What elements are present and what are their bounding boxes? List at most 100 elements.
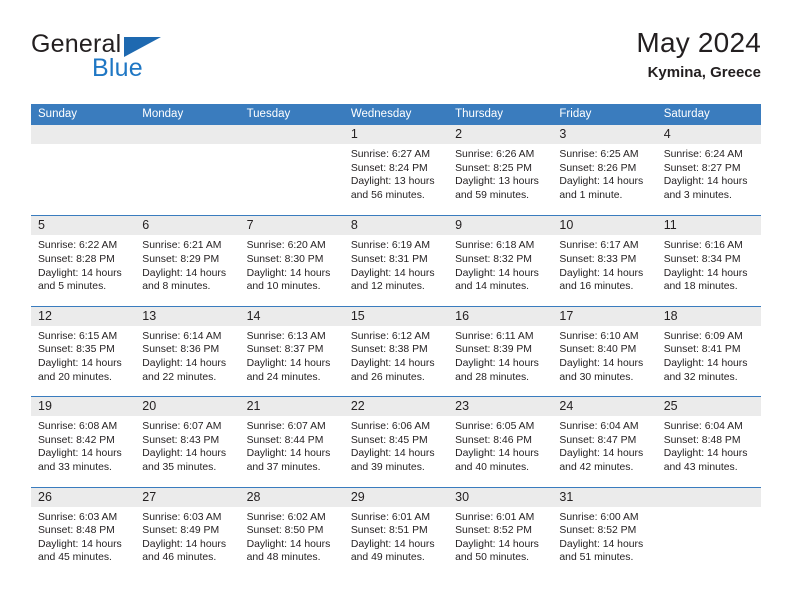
day-sun-info: Sunrise: 6:04 AM Sunset: 8:47 PM Daylight:… (552, 416, 656, 474)
sunrise-time: Sunrise: 6:19 AM (350, 240, 430, 252)
sunset-time: Sunset: 8:50 PM (246, 525, 324, 537)
day-number: 8 (350, 218, 358, 233)
sunrise-time: Sunrise: 6:08 AM (38, 421, 118, 433)
day-sun-info: Sunrise: 6:05 AM Sunset: 8:46 PM Daylight:… (448, 416, 552, 474)
sunrise-time: Sunrise: 6:14 AM (142, 330, 222, 342)
sunrise-time: Sunrise: 6:04 AM (559, 421, 639, 433)
daylight-duration-line2: and 43 minutes. (663, 461, 738, 473)
day-number-band: 6 (135, 216, 240, 236)
daylight-duration-line2: and 37 minutes. (246, 461, 321, 473)
calendar-day-cell[interactable]: 17 Sunrise: 6:10 AM Sunset: 8:40 PM Dayligh… (552, 306, 657, 397)
day-number: 13 (142, 308, 157, 323)
calendar-day-cell[interactable]: 13 Sunrise: 6:14 AM Sunset: 8:36 PM Dayligh… (135, 306, 240, 397)
page-subtitle-location: Kymina, Greece (647, 64, 761, 81)
calendar-day-cell[interactable]: 21 Sunrise: 6:07 AM Sunset: 8:44 PM Dayligh… (239, 397, 344, 487)
day-sun-info: Sunrise: 6:26 AM Sunset: 8:25 PM Daylight:… (448, 144, 552, 202)
calendar-day-cell[interactable]: 5 Sunrise: 6:22 AM Sunset: 8:28 PM Daylight… (31, 216, 136, 306)
calendar-day-cell[interactable]: 20 Sunrise: 6:07 AM Sunset: 8:43 PM Dayligh… (135, 397, 240, 487)
calendar-day-cell[interactable]: 9 Sunrise: 6:18 AM Sunset: 8:32 PM Daylight… (448, 216, 553, 306)
day-sun-info: Sunrise: 6:27 AM Sunset: 8:24 PM Daylight:… (344, 144, 448, 202)
general-blue-logo[interactable]: General Blue (31, 30, 251, 92)
daylight-duration-line2: and 12 minutes. (350, 281, 425, 293)
calendar-day-cell[interactable]: 10 Sunrise: 6:17 AM Sunset: 8:33 PM Dayligh… (552, 216, 657, 306)
day-number-band: 17 (552, 306, 657, 326)
calendar-grid: Sunday Monday Tuesday Wednesday Thursday… (31, 104, 761, 577)
day-number-band: 18 (656, 306, 761, 326)
day-number-band: 31 (552, 487, 657, 507)
day-number: 15 (350, 308, 365, 323)
day-number: 31 (559, 489, 574, 504)
daylight-duration-line1: Daylight: 14 hours (559, 267, 644, 279)
day-number-band: 25 (656, 397, 761, 417)
sunset-time: Sunset: 8:31 PM (350, 253, 428, 265)
day-number-band: 19 (31, 397, 136, 417)
calendar-day-cell[interactable]: 23 Sunrise: 6:05 AM Sunset: 8:46 PM Dayligh… (448, 397, 553, 487)
day-sun-info: Sunrise: 6:07 AM Sunset: 8:44 PM Daylight:… (240, 416, 344, 474)
sunset-time: Sunset: 8:32 PM (455, 253, 532, 265)
calendar-day-cell[interactable]: 31 Sunrise: 6:00 AM Sunset: 8:52 PM Dayligh… (552, 487, 657, 577)
sunrise-time: Sunrise: 6:04 AM (663, 421, 743, 433)
calendar-day-cell[interactable]: 11 Sunrise: 6:16 AM Sunset: 8:34 PM Dayligh… (656, 216, 761, 306)
day-sun-info: Sunrise: 6:15 AM Sunset: 8:35 PM Daylight:… (31, 326, 135, 384)
sunrise-time: Sunrise: 6:15 AM (38, 330, 118, 342)
calendar-day-cell[interactable]: 28 Sunrise: 6:02 AM Sunset: 8:50 PM Dayligh… (239, 487, 344, 577)
daylight-duration-line1: Daylight: 14 hours (142, 538, 227, 550)
calendar-day-cell[interactable]: 16 Sunrise: 6:11 AM Sunset: 8:39 PM Dayligh… (448, 306, 553, 397)
calendar-day-cell[interactable]: 30 Sunrise: 6:01 AM Sunset: 8:52 PM Dayligh… (448, 487, 553, 577)
calendar-day-cell[interactable]: 27 Sunrise: 6:03 AM Sunset: 8:49 PM Dayligh… (135, 487, 240, 577)
calendar-day-cell[interactable]: 18 Sunrise: 6:09 AM Sunset: 8:41 PM Dayligh… (656, 306, 761, 397)
calendar-day-cell[interactable]: 12 Sunrise: 6:15 AM Sunset: 8:35 PM Dayligh… (31, 306, 136, 397)
calendar-day-cell[interactable]: 8 Sunrise: 6:19 AM Sunset: 8:31 PM Daylight… (343, 216, 449, 306)
calendar-day-cell[interactable]: 25 Sunrise: 6:04 AM Sunset: 8:48 PM Dayligh… (656, 397, 761, 487)
day-number: 19 (38, 399, 52, 414)
daylight-duration-line2: and 5 minutes. (38, 281, 107, 293)
calendar-day-cell[interactable]: 19 Sunrise: 6:08 AM Sunset: 8:42 PM Dayligh… (31, 397, 136, 487)
sunrise-time: Sunrise: 6:01 AM (455, 511, 535, 523)
daylight-duration-line1: Daylight: 14 hours (38, 267, 122, 279)
calendar-day-cell[interactable]: 22 Sunrise: 6:06 AM Sunset: 8:45 PM Dayligh… (343, 397, 449, 487)
day-number-band: 23 (448, 397, 553, 417)
calendar-day-cell[interactable]: 14 Sunrise: 6:13 AM Sunset: 8:37 PM Dayligh… (239, 306, 344, 397)
calendar-week-row: 26 Sunrise: 6:03 AM Sunset: 8:48 PM Dayligh… (31, 486, 761, 577)
daylight-duration-line2: and 22 minutes. (142, 371, 217, 383)
daylight-duration-line1: Daylight: 14 hours (663, 448, 748, 460)
title-block: May 2024 Kymina, Greece (636, 26, 761, 84)
day-number: 30 (455, 489, 470, 504)
day-number-band: 29 (343, 487, 449, 507)
day-sun-info (135, 144, 239, 148)
day-number: 28 (246, 489, 261, 504)
sunrise-time: Sunrise: 6:07 AM (142, 421, 222, 433)
daylight-duration-line1: Daylight: 14 hours (455, 538, 539, 550)
calendar-day-cell[interactable]: 1 Sunrise: 6:27 AM Sunset: 8:24 PM Daylight… (343, 125, 449, 216)
daylight-duration-line1: Daylight: 13 hours (455, 176, 539, 188)
weekday-header-sunday: Sunday (38, 108, 78, 120)
day-number-band: 22 (343, 397, 449, 417)
day-number-band (656, 487, 761, 507)
day-sun-info: Sunrise: 6:13 AM Sunset: 8:37 PM Daylight:… (240, 326, 344, 384)
sunrise-time: Sunrise: 6:17 AM (559, 240, 639, 252)
sunrise-time: Sunrise: 6:22 AM (38, 240, 118, 252)
calendar-day-cell[interactable]: 2 Sunrise: 6:26 AM Sunset: 8:25 PM Daylight… (448, 125, 553, 216)
calendar-day-cell[interactable]: 7 Sunrise: 6:20 AM Sunset: 8:30 PM Daylight… (239, 216, 344, 306)
calendar-day-cell[interactable]: 24 Sunrise: 6:04 AM Sunset: 8:47 PM Dayligh… (552, 397, 657, 487)
calendar-day-cell[interactable]: 29 Sunrise: 6:01 AM Sunset: 8:51 PM Dayligh… (343, 487, 449, 577)
daylight-duration-line1: Daylight: 14 hours (663, 357, 748, 369)
calendar-day-cell[interactable]: 4 Sunrise: 6:24 AM Sunset: 8:27 PM Daylight… (656, 125, 761, 216)
day-number-band: 9 (448, 216, 553, 236)
day-sun-info: Sunrise: 6:17 AM Sunset: 8:33 PM Daylight:… (552, 235, 656, 293)
day-number: 5 (38, 218, 45, 233)
daylight-duration-line1: Daylight: 14 hours (559, 538, 644, 550)
calendar-day-cell[interactable]: 26 Sunrise: 6:03 AM Sunset: 8:48 PM Dayligh… (31, 487, 136, 577)
weekday-header-thursday: Thursday (455, 108, 504, 120)
day-sun-info: Sunrise: 6:25 AM Sunset: 8:26 PM Daylight:… (552, 144, 656, 202)
daylight-duration-line1: Daylight: 14 hours (246, 448, 331, 460)
sunrise-time: Sunrise: 6:21 AM (142, 240, 222, 252)
calendar-day-cell[interactable]: 6 Sunrise: 6:21 AM Sunset: 8:29 PM Daylight… (135, 216, 240, 306)
calendar-day-cell[interactable]: 15 Sunrise: 6:12 AM Sunset: 8:38 PM Dayligh… (343, 306, 449, 397)
day-number-band (135, 125, 240, 144)
daylight-duration-line1: Daylight: 14 hours (350, 448, 435, 460)
daylight-duration-line1: Daylight: 14 hours (663, 267, 748, 279)
daylight-duration-line2: and 32 minutes. (663, 371, 738, 383)
sunrise-time: Sunrise: 6:18 AM (455, 240, 535, 252)
calendar-day-cell[interactable]: 3 Sunrise: 6:25 AM Sunset: 8:26 PM Daylight… (552, 125, 657, 216)
